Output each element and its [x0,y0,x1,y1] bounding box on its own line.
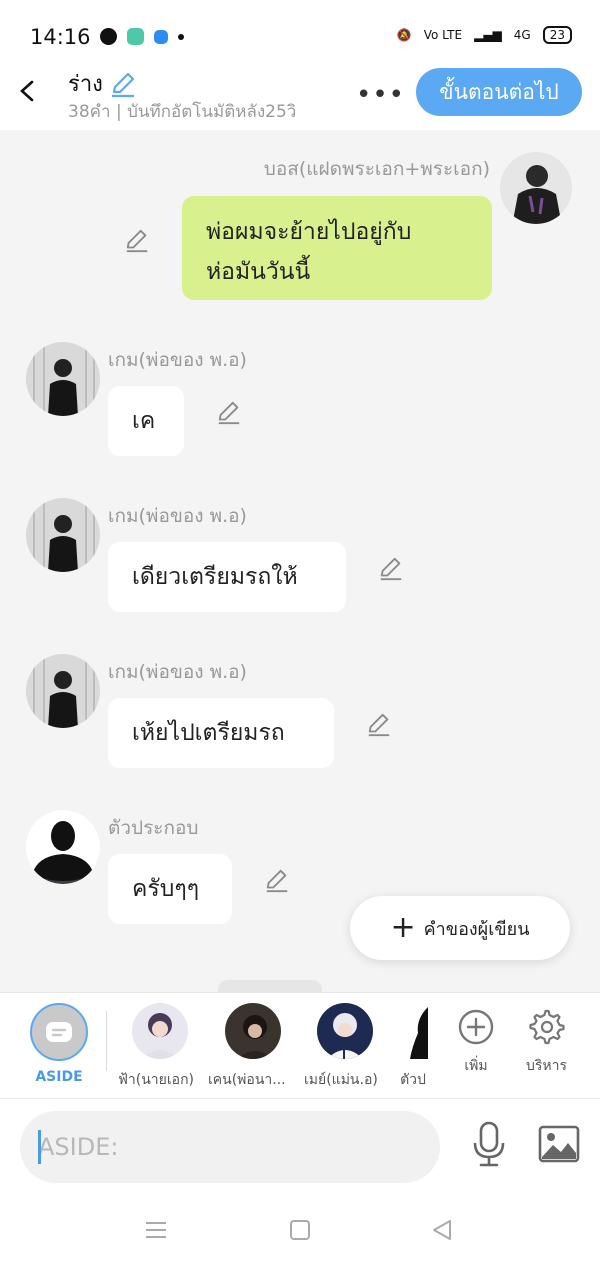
menu-icon[interactable] [144,1218,168,1242]
composer [0,1098,600,1194]
mute-icon: 🔕 [396,28,412,42]
notification-dot-icon [178,33,184,40]
character-label: เคน(พ่อนา... [208,1072,286,1088]
message-bubble[interactable]: เดียวเตรียมรถให้ [108,542,346,612]
message-input[interactable] [20,1111,440,1183]
avatar [132,1003,188,1059]
text-caret [38,1130,41,1164]
plus-icon: + [390,910,416,945]
more-options-icon[interactable]: ••• [356,80,405,110]
character-item[interactable]: เคน(พ่อนา... [208,1003,286,1091]
message-text: เห้ยไปเตรียมรถ [132,720,285,746]
character-label: ASIDE [35,1069,83,1085]
status-bar: 14:16 🔕 Vo LTE ▂▄▆ 4G 23 [0,0,600,64]
avatar [316,1003,373,1059]
edit-message-icon[interactable] [124,228,150,254]
manage-label: บริหาร [526,1058,568,1074]
autosave-status: 38คำ | บันทึกอัตโนมัติหลัง25วิ [68,102,297,122]
sender-name: บอส(แฝดพระเอก+พระเอก) [263,158,490,180]
aside-avatar [30,1003,88,1061]
back-arrow-icon[interactable] [16,76,40,106]
top-bar: ร่าง 38คำ | บันทึกอัตโนมัติหลัง25วิ ••• … [0,64,600,130]
signal-icon: ▂▄▆ [474,28,502,42]
message-bubble[interactable]: พ่อผมจะย้ายไปอยู่กับ ห่อมันวันนี้ [182,196,492,300]
message-text: ครับๆๆ [132,876,200,902]
next-step-button[interactable]: ขั้นตอนต่อไป [416,68,582,116]
message-bubble[interactable]: เห้ยไปเตรียมรถ [108,698,334,768]
chat-app-icon [127,28,144,45]
avatar[interactable] [26,654,100,728]
sender-name: เกม(พ่อของ พ.อ) [108,661,247,683]
back-icon[interactable] [430,1218,454,1242]
chat-bubble-icon [46,1022,72,1042]
system-nav-bar [0,1194,600,1267]
messenger-app-icon [154,29,168,44]
divider [106,1011,107,1071]
character-label: ฟ้า(นายเอก) [118,1072,195,1088]
character-aside[interactable]: ASIDE [30,1003,88,1085]
add-character-button[interactable]: เพิ่ม [456,1007,496,1077]
message-text: เดียวเตรียมรถให้ [132,564,298,590]
avatar[interactable] [26,342,100,416]
scroll-indicator [218,980,322,992]
edit-message-icon[interactable] [366,712,392,738]
avatar [224,1003,281,1059]
character-item[interactable]: เมย์(แม่น.อ) [304,1003,378,1091]
character-label: ตัวป [400,1072,426,1088]
character-label: เมย์(แม่น.อ) [304,1072,378,1088]
sender-name: ตัวประกอบ [108,817,199,839]
writer-note-label: คำของผู้เขียน [423,918,530,940]
line-app-icon [100,28,117,45]
battery-icon: 23 [542,26,572,44]
character-selector: ASIDE ฟ้า(นายเอก) เคน(พ่อนา... เมย์(แม่น… [0,992,600,1098]
edit-message-icon[interactable] [264,868,290,894]
sender-name: เกม(พ่อของ พ.อ) [108,505,247,527]
avatar[interactable] [500,152,572,224]
add-circle-icon [458,1009,494,1045]
volte-label: Vo LTE [423,28,463,42]
microphone-icon[interactable] [470,1121,508,1167]
message-bubble[interactable]: เค [108,386,184,456]
gear-icon [528,1009,565,1045]
chat-area[interactable]: บอส(แฝดพระเอก+พระเอก) พ่อผมจะย้ายไปอยู่ก… [0,130,600,992]
avatar[interactable] [26,810,100,884]
character-item[interactable]: ฟ้า(นายเอก) [118,1003,194,1091]
manage-button[interactable]: บริหาร [526,1007,567,1077]
status-time: 14:16 [30,25,91,49]
page-title-text: ร่าง [68,72,103,97]
character-item[interactable]: ตัวป [398,1003,428,1091]
page-title: ร่าง [68,66,137,101]
status-app-icons [100,28,184,45]
avatar [410,1003,428,1059]
add-label: เพิ่ม [464,1058,488,1074]
image-icon[interactable] [538,1125,580,1163]
edit-message-icon[interactable] [378,556,404,582]
network-label: 4G [513,28,531,42]
home-icon[interactable] [288,1218,312,1242]
message-bubble[interactable]: ครับๆๆ [108,854,232,924]
sender-name: เกม(พ่อของ พ.อ) [108,349,247,371]
message-text: เค [132,408,156,434]
status-right: 🔕 Vo LTE ▂▄▆ 4G 23 [397,26,572,44]
edit-title-icon[interactable] [109,70,137,98]
add-writer-note-button[interactable]: + คำของผู้เขียน [350,896,570,960]
avatar[interactable] [26,498,100,572]
edit-message-icon[interactable] [216,400,242,426]
message-text: พ่อผมจะย้ายไปอยู่กับ ห่อมันวันนี้ [206,219,412,285]
